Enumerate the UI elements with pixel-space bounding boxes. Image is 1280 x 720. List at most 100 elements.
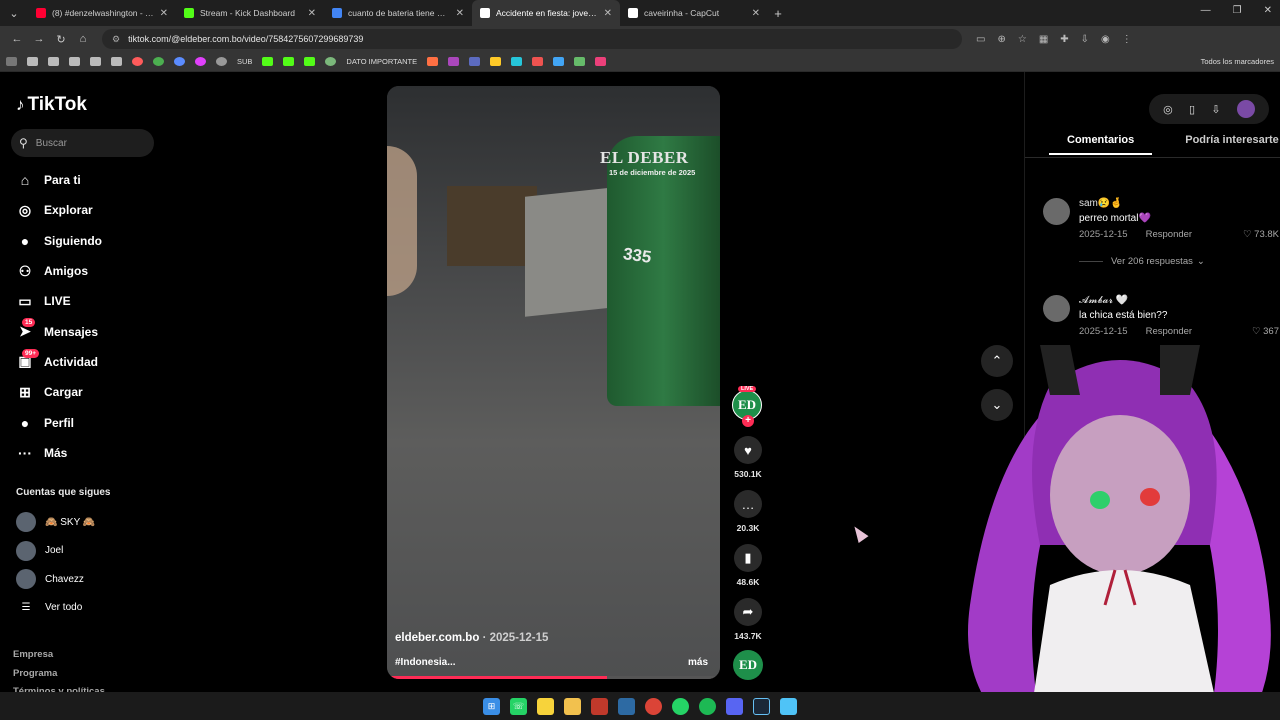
- whatsapp-icon[interactable]: [672, 697, 689, 715]
- folder-icon[interactable]: [48, 57, 59, 66]
- more-button[interactable]: más: [688, 657, 708, 668]
- nav-item-live[interactable]: ▭ LIVE: [16, 286, 102, 316]
- bookmark-icon[interactable]: [553, 57, 565, 66]
- whatsapp-icon[interactable]: ☏: [510, 697, 527, 715]
- bookmark-icon[interactable]: [532, 57, 544, 66]
- notepad-icon[interactable]: [780, 697, 797, 715]
- browser-tab[interactable]: caveirinha - CapCut ✕: [620, 0, 768, 26]
- bookmark-icon[interactable]: [574, 57, 586, 66]
- bookmark-icon[interactable]: [511, 57, 523, 66]
- reply-button[interactable]: Responder: [1146, 229, 1192, 240]
- nav-item-siguiendo[interactable]: ● Siguiendo: [16, 226, 102, 256]
- folder-icon[interactable]: [69, 57, 80, 66]
- discord-icon[interactable]: [726, 697, 743, 715]
- video-player[interactable]: 335 EL DEBER 15 de diciembre de 2025 eld…: [387, 86, 720, 679]
- browser-tab[interactable]: (8) #denzelwashington - YouTube ✕: [28, 0, 176, 26]
- forward-icon[interactable]: →: [28, 33, 50, 45]
- steam-icon[interactable]: [753, 697, 770, 715]
- share-action[interactable]: ➦ 143.7K: [733, 598, 763, 641]
- folder-icon[interactable]: [111, 57, 122, 66]
- explore-icon[interactable]: ◎: [1163, 103, 1173, 116]
- close-window-icon[interactable]: ✕: [1264, 5, 1272, 16]
- author-name[interactable]: eldeber.com.bo: [395, 632, 479, 644]
- apps-icon[interactable]: [6, 57, 17, 66]
- file-explorer-icon[interactable]: [564, 697, 581, 715]
- device-icon[interactable]: ▯: [1189, 103, 1195, 116]
- bookmark-icon[interactable]: [325, 57, 337, 66]
- app-icon[interactable]: [618, 697, 635, 715]
- bookmark-icon[interactable]: [262, 57, 274, 66]
- user-avatar[interactable]: [1236, 100, 1255, 118]
- following-item[interactable]: Chavezz: [16, 565, 95, 594]
- footer-link[interactable]: Empresa: [13, 646, 105, 665]
- comment-user[interactable]: 𝓐𝓶𝓫𝓪𝓻 🤍: [1079, 295, 1128, 306]
- comment-likes[interactable]: ♡ 367: [1252, 326, 1279, 337]
- footer-link[interactable]: Programa: [13, 665, 105, 684]
- minimize-icon[interactable]: —: [1201, 5, 1211, 16]
- bookmark-icon[interactable]: [153, 57, 164, 66]
- bookmark-icon[interactable]: ▮: [734, 544, 762, 572]
- download-icon[interactable]: ⇩: [1211, 103, 1220, 116]
- cast-icon[interactable]: ▭: [976, 34, 985, 45]
- bookmark-dato-importante[interactable]: DATO IMPORTANTE: [346, 57, 417, 66]
- site-info-icon[interactable]: ⚙: [112, 34, 120, 45]
- save-action[interactable]: ▮ 48.6K: [733, 544, 763, 587]
- nav-item-para-ti[interactable]: ⌂ Para ti: [16, 165, 102, 195]
- nav-item-cargar[interactable]: ⊞ Cargar: [16, 377, 102, 407]
- bookmark-icon[interactable]: [490, 57, 502, 66]
- download-icon[interactable]: ⇩: [1081, 34, 1089, 45]
- browser-tab[interactable]: Stream - Kick Dashboard ✕: [176, 0, 324, 26]
- folder-icon[interactable]: [27, 57, 38, 66]
- following-item[interactable]: Joel: [16, 537, 95, 566]
- video-progress[interactable]: [387, 676, 720, 679]
- tiktok-logo[interactable]: ♪ TikTok: [16, 94, 87, 116]
- extension-icon[interactable]: ▦: [1039, 34, 1048, 45]
- browser-tab[interactable]: Accidente en fiesta: joven c ✕: [472, 0, 620, 26]
- heart-icon[interactable]: ♥: [734, 436, 762, 464]
- tab-search-icon[interactable]: ⌄: [0, 7, 28, 20]
- reply-button[interactable]: Responder: [1146, 326, 1192, 337]
- spotify-icon[interactable]: [699, 697, 716, 715]
- following-item[interactable]: 🙈 SKY 🙈: [16, 508, 95, 537]
- close-tab-icon[interactable]: ✕: [604, 8, 612, 19]
- bookmark-icon[interactable]: [595, 57, 607, 66]
- all-bookmarks[interactable]: Todos los marcadores: [1201, 57, 1274, 66]
- bookmark-icon[interactable]: [195, 57, 206, 66]
- bookmark-icon[interactable]: [469, 57, 481, 66]
- comment-avatar[interactable]: [1043, 295, 1070, 322]
- back-icon[interactable]: ←: [6, 33, 28, 45]
- bookmark-icon[interactable]: [304, 57, 316, 66]
- search-box[interactable]: ⚲: [11, 129, 154, 157]
- puzzle-icon[interactable]: ✚: [1060, 34, 1068, 45]
- profile-icon[interactable]: ◉: [1101, 34, 1110, 45]
- tab-comments[interactable]: Comentarios: [1049, 134, 1153, 155]
- bookmark-icon[interactable]: [427, 57, 439, 66]
- menu-icon[interactable]: ⋮: [1122, 34, 1132, 45]
- comment-avatar[interactable]: [1043, 198, 1070, 225]
- new-tab-button[interactable]: +: [768, 6, 788, 21]
- creator-avatar[interactable]: ED LIVE +: [732, 386, 762, 427]
- app-icon[interactable]: [591, 697, 608, 715]
- bookmark-sub[interactable]: SUB: [237, 57, 252, 66]
- sound-disc-avatar[interactable]: ED: [733, 650, 763, 680]
- close-tab-icon[interactable]: ✕: [160, 8, 168, 19]
- bookmark-icon[interactable]: [174, 57, 185, 66]
- nav-item-explorar[interactable]: ◎ Explorar: [16, 195, 102, 225]
- bookmark-star-icon[interactable]: ☆: [1018, 34, 1027, 45]
- follow-plus-icon[interactable]: +: [742, 415, 754, 427]
- view-replies[interactable]: Ver 206 respuestas ⌄: [1079, 256, 1205, 267]
- following-item[interactable]: ☰ Ver todo: [16, 594, 95, 623]
- video-author[interactable]: eldeber.com.bo · 2025-12-15: [395, 632, 548, 644]
- bookmark-icon[interactable]: [283, 57, 295, 66]
- bookmark-icon[interactable]: [448, 57, 460, 66]
- zoom-icon[interactable]: ⊕: [997, 34, 1005, 45]
- search-input[interactable]: [35, 137, 136, 149]
- windows-start-icon[interactable]: ⊞: [483, 697, 500, 715]
- share-icon[interactable]: ➦: [734, 598, 762, 626]
- maximize-icon[interactable]: ❐: [1233, 5, 1242, 16]
- comment-user[interactable]: sam😢🤞: [1079, 198, 1123, 209]
- nav-item-mensajes[interactable]: ➤ Mensajes 15: [16, 316, 102, 346]
- comment-icon[interactable]: …: [734, 490, 762, 518]
- comment-action[interactable]: … 20.3K: [733, 490, 763, 533]
- url-field[interactable]: ⚙ tiktok.com/@eldeber.com.bo/video/75842…: [102, 29, 962, 49]
